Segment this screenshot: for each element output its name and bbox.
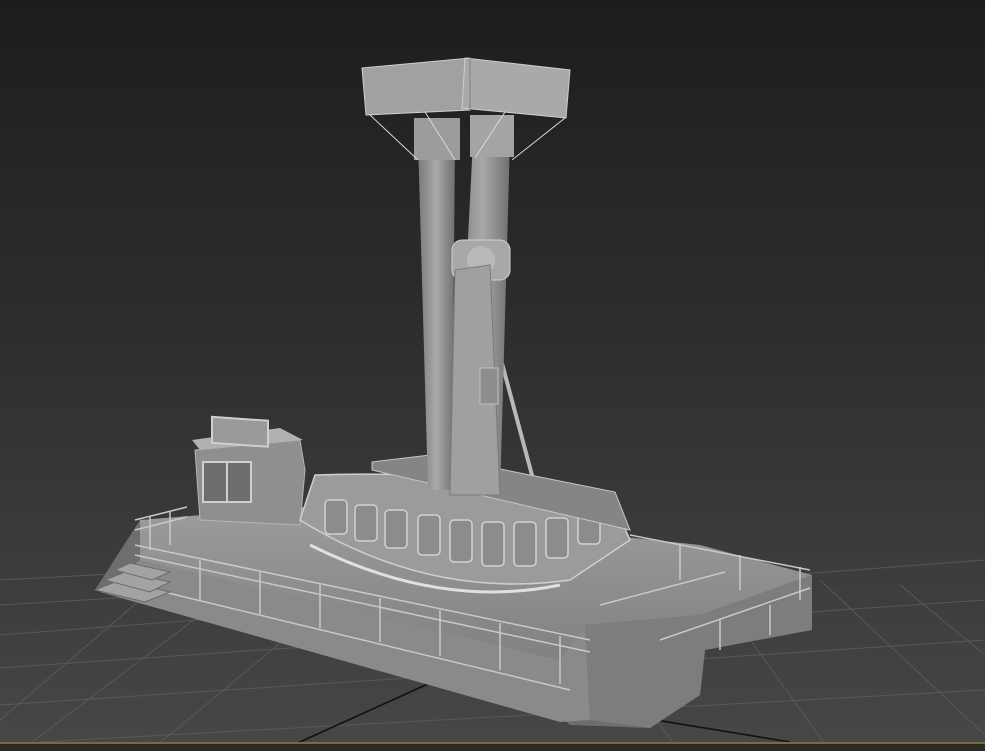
viewport-active-border (0, 742, 985, 751)
3d-viewport[interactable] (0, 0, 985, 751)
operator-booth (192, 415, 306, 526)
scene-canvas[interactable] (0, 0, 985, 751)
pendulum-ride-model[interactable] (93, 57, 812, 728)
column-panel (479, 367, 499, 405)
support-cables (369, 111, 566, 161)
counterweight (361, 57, 571, 119)
